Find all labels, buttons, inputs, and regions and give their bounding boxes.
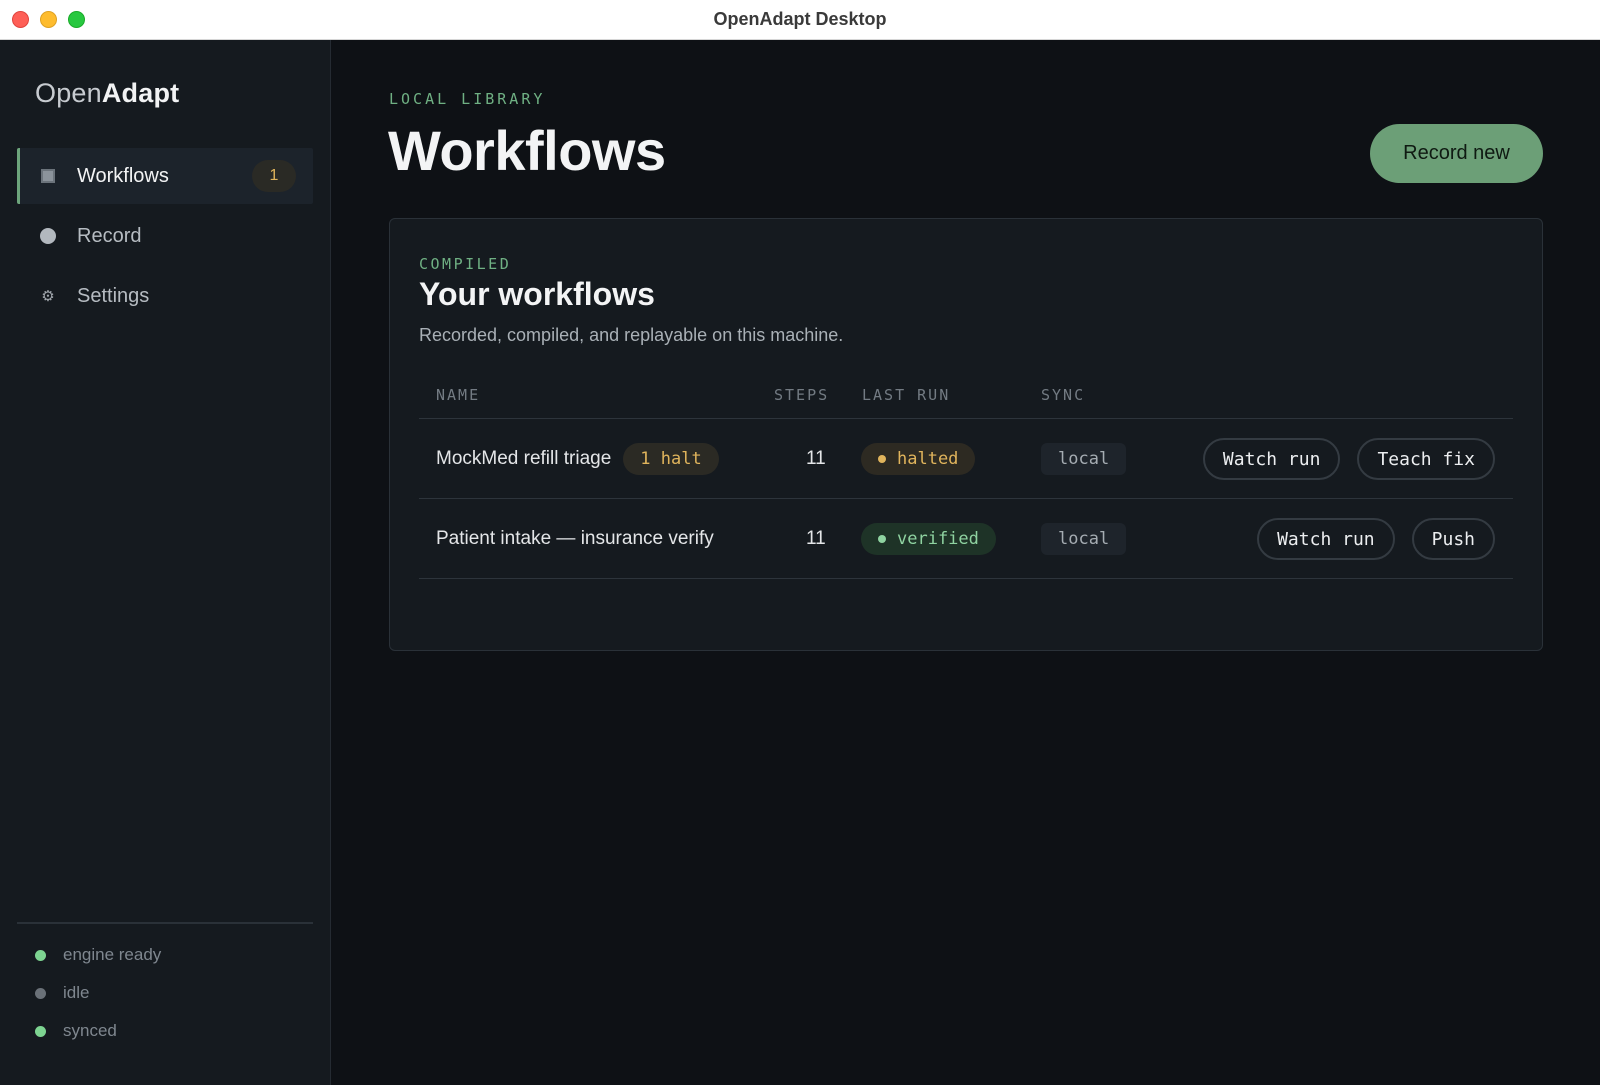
sync-cell: local bbox=[1041, 419, 1127, 499]
record-dot-icon bbox=[39, 227, 57, 245]
card-eyebrow: COMPILED bbox=[419, 255, 512, 273]
sync-status-badge: local bbox=[1041, 523, 1127, 555]
last-run-status-label: verified bbox=[897, 529, 979, 549]
row-actions: Watch run Push bbox=[1257, 499, 1495, 579]
table-row[interactable]: Patient intake — insurance verify 11 ver… bbox=[419, 499, 1513, 579]
status-label: engine ready bbox=[63, 945, 162, 964]
status-label: synced bbox=[63, 1021, 117, 1040]
sidebar-nav: Workflows 1 Record ⚙ Settings bbox=[17, 148, 313, 328]
sync-cell: local bbox=[1041, 499, 1127, 579]
sidebar-item-record[interactable]: Record bbox=[17, 208, 313, 264]
last-run-status-badge: halted bbox=[861, 443, 976, 475]
table-header: NAME STEPS LAST RUN SYNC bbox=[419, 371, 1513, 419]
status-dot-icon bbox=[35, 1025, 46, 1037]
status-dot-icon bbox=[35, 987, 46, 999]
steps-cell: 11 bbox=[806, 419, 826, 499]
window-controls bbox=[12, 11, 85, 28]
sidebar-item-workflows[interactable]: Workflows 1 bbox=[17, 148, 313, 204]
workflow-name-cell: MockMed refill triage 1 halt bbox=[436, 419, 719, 499]
close-window-button[interactable] bbox=[12, 11, 29, 28]
status-panel: engine ready idle synced bbox=[17, 922, 313, 1050]
workflow-name-cell: Patient intake — insurance verify bbox=[436, 499, 714, 579]
workflows-card: COMPILED Your workflows Recorded, compil… bbox=[389, 218, 1543, 651]
steps-count: 11 bbox=[806, 528, 826, 549]
window-title: OpenAdapt Desktop bbox=[713, 9, 887, 29]
table-row[interactable]: MockMed refill triage 1 halt 11 halted l… bbox=[419, 419, 1513, 499]
column-header-steps[interactable]: STEPS bbox=[774, 386, 829, 404]
sidebar-item-label: Record bbox=[77, 224, 142, 247]
row-actions: Watch run Teach fix bbox=[1202, 419, 1495, 499]
column-header-name[interactable]: NAME bbox=[436, 386, 480, 404]
last-run-cell: verified bbox=[861, 499, 996, 579]
halt-count-badge: 1 halt bbox=[623, 443, 719, 475]
status-label: idle bbox=[63, 983, 90, 1002]
last-run-status-badge: verified bbox=[861, 523, 996, 555]
status-activity: idle bbox=[17, 974, 313, 1012]
brand-logo-bold: Adapt bbox=[101, 78, 180, 108]
workflows-count-badge: 1 bbox=[252, 160, 296, 192]
push-button[interactable]: Push bbox=[1411, 518, 1495, 560]
brand-logo: OpenAdapt bbox=[35, 78, 179, 109]
watch-run-button[interactable]: Watch run bbox=[1202, 438, 1341, 480]
minimize-window-button[interactable] bbox=[40, 11, 57, 28]
steps-cell: 11 bbox=[806, 499, 826, 579]
card-title: Your workflows bbox=[419, 276, 655, 312]
page-title: Workflows bbox=[388, 119, 666, 182]
sidebar-item-label: Settings bbox=[77, 284, 150, 307]
status-dot-icon bbox=[878, 455, 886, 463]
last-run-cell: halted bbox=[861, 419, 976, 499]
window-titlebar: OpenAdapt Desktop bbox=[0, 0, 1600, 40]
sidebar-item-label: Workflows bbox=[77, 164, 169, 187]
column-header-sync[interactable]: SYNC bbox=[1041, 386, 1085, 404]
steps-count: 11 bbox=[806, 448, 826, 469]
last-run-status-label: halted bbox=[897, 449, 959, 469]
status-dot-icon bbox=[878, 535, 886, 543]
status-sync: synced bbox=[17, 1012, 313, 1050]
status-engine: engine ready bbox=[17, 936, 313, 974]
sidebar: OpenAdapt Workflows 1 Record ⚙ Settings … bbox=[0, 40, 331, 1085]
main-content: LOCAL LIBRARY Workflows Record new COMPI… bbox=[332, 40, 1600, 1085]
card-subtitle: Recorded, compiled, and replayable on th… bbox=[419, 325, 844, 345]
record-new-button[interactable]: Record new bbox=[1370, 124, 1543, 183]
sidebar-item-settings[interactable]: ⚙ Settings bbox=[17, 268, 313, 324]
brand-logo-light: Open bbox=[35, 78, 102, 108]
teach-fix-button[interactable]: Teach fix bbox=[1357, 438, 1495, 480]
watch-run-button[interactable]: Watch run bbox=[1257, 518, 1395, 560]
status-dot-icon bbox=[35, 949, 46, 961]
square-icon bbox=[39, 167, 57, 185]
workflow-name[interactable]: MockMed refill triage bbox=[436, 448, 611, 470]
workflow-name[interactable]: Patient intake — insurance verify bbox=[436, 528, 714, 550]
page-eyebrow: LOCAL LIBRARY bbox=[389, 90, 546, 108]
maximize-window-button[interactable] bbox=[68, 11, 85, 28]
column-header-last-run[interactable]: LAST RUN bbox=[862, 386, 950, 404]
gear-icon: ⚙ bbox=[41, 288, 55, 305]
sync-status-badge: local bbox=[1041, 443, 1127, 475]
workflows-table: NAME STEPS LAST RUN SYNC MockMed refill … bbox=[419, 371, 1513, 579]
